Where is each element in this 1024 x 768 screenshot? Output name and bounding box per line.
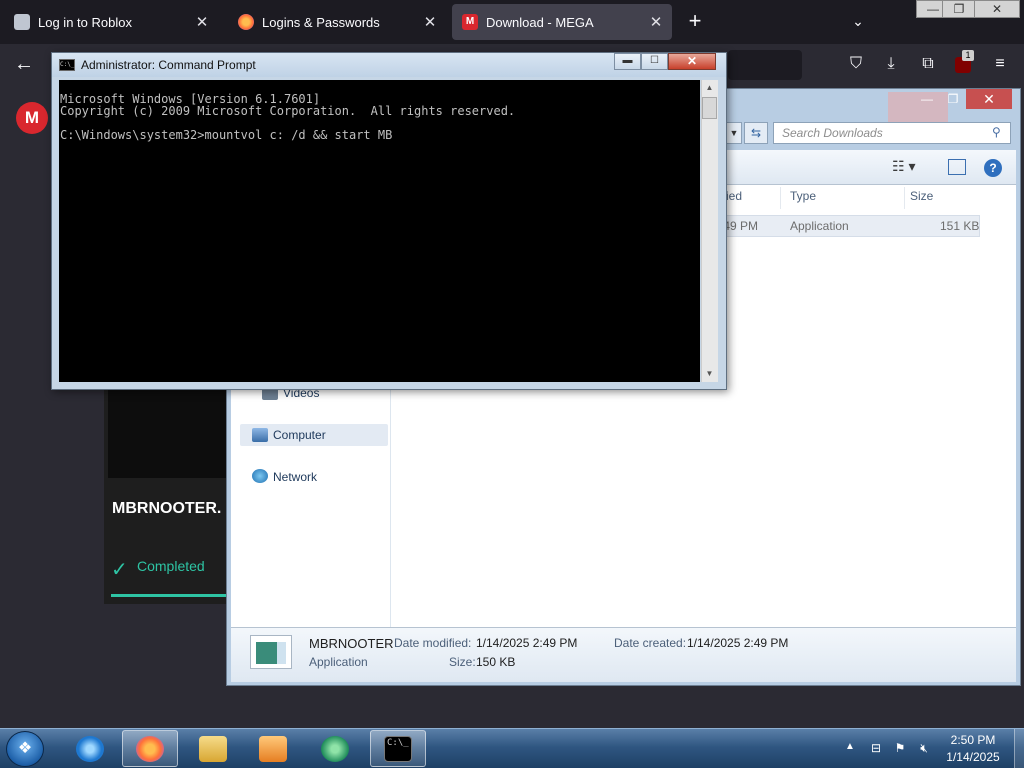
explorer-minimize-button[interactable]: — <box>914 90 940 108</box>
tab-roblox[interactable]: Log in to Roblox ✕ <box>4 4 218 40</box>
console-line: Copyright (c) 2009 Microsoft Corporation… <box>60 104 516 118</box>
scroll-down-icon[interactable]: ▼ <box>702 367 717 381</box>
browser-close-button[interactable]: ✕ <box>974 0 1020 18</box>
mega-favicon-icon: M <box>462 14 478 30</box>
menu-icon[interactable]: ≡ <box>989 53 1011 75</box>
clock-date[interactable]: 1/14/2025 <box>945 750 1001 764</box>
media-player-icon <box>259 736 287 762</box>
firefox-favicon-icon <box>238 14 254 30</box>
cmd-window-title: Administrator: Command Prompt <box>81 58 256 72</box>
details-created-value: 1/14/2025 2:49 PM <box>687 636 789 650</box>
scroll-up-icon[interactable]: ▲ <box>702 81 717 95</box>
cmd-output: Microsoft Windows [Version 6.1.7601] Copy… <box>60 81 698 153</box>
app-icon <box>321 736 349 762</box>
download-status: Completed <box>137 558 205 574</box>
internet-explorer-icon <box>76 736 104 762</box>
check-icon: ✓ <box>111 559 128 581</box>
console-prompt-line: C:\Windows\system32>mountvol c: /d && st… <box>60 128 393 142</box>
tab-label: Download - MEGA <box>486 14 594 30</box>
address-dropdown-icon[interactable]: ▼ <box>726 122 742 144</box>
folder-icon <box>199 736 227 762</box>
cmd-close-button[interactable]: ✕ <box>668 53 716 70</box>
windows-logo-icon: ❖ <box>17 740 33 757</box>
details-size-value: 150 KB <box>476 655 516 669</box>
preview-pane-icon[interactable] <box>948 159 966 175</box>
cmd-scrollbar[interactable] <box>701 80 718 382</box>
close-tab-icon[interactable]: ✕ <box>420 13 440 31</box>
cmd-window-icon[interactable]: C:\_ <box>59 59 75 71</box>
download-progress-bar <box>111 594 226 597</box>
list-all-tabs-icon[interactable]: ⌄ <box>848 10 868 32</box>
command-prompt-icon: C:\_ <box>384 736 412 762</box>
explorer-maximize-button[interactable]: ❐ <box>940 90 966 108</box>
change-view-icon[interactable]: ☷ ▾ <box>892 158 932 176</box>
column-divider[interactable] <box>904 187 905 209</box>
pocket-icon[interactable]: ⛉ <box>845 53 867 75</box>
nav-item-network[interactable]: Network <box>273 470 317 484</box>
column-header-size[interactable]: Size <box>910 189 933 203</box>
tab-label: Logins & Passwords <box>262 14 380 30</box>
downloads-icon[interactable]: ⤓ <box>880 53 902 75</box>
file-type-cell: Application <box>790 219 849 233</box>
search-icon[interactable]: ⚲ <box>992 125 1008 141</box>
computer-icon <box>252 428 268 442</box>
details-created-label: Date created: <box>614 636 687 650</box>
help-icon[interactable]: ? <box>984 159 1002 177</box>
scrollbar-thumb[interactable] <box>702 97 717 119</box>
clock-time[interactable]: 2:50 PM <box>945 733 1001 747</box>
details-file-kind: Application <box>309 655 368 669</box>
show-hidden-icons-button[interactable]: ▲ <box>845 741 855 752</box>
network-icon <box>252 469 268 483</box>
volume-muted-icon[interactable]: 🔇︎ <box>916 740 932 756</box>
cmd-minimize-button[interactable]: ▬ <box>614 53 641 70</box>
search-input[interactable]: Search Downloads <box>773 122 1011 144</box>
roblox-favicon-icon <box>14 14 30 30</box>
column-divider[interactable] <box>780 187 781 209</box>
details-modified-value: 1/14/2025 2:49 PM <box>476 636 578 650</box>
tab-label: Log in to Roblox <box>38 14 132 30</box>
tab-download-mega[interactable]: M Download - MEGA ✕ <box>452 4 672 40</box>
mega-logo-icon[interactable]: M <box>16 102 48 134</box>
close-tab-icon[interactable]: ✕ <box>192 13 212 31</box>
browser-restore-button[interactable]: ❐ <box>942 0 976 18</box>
tab-logins-passwords[interactable]: Logins & Passwords ✕ <box>228 4 446 40</box>
explorer-close-button[interactable]: ✕ <box>966 89 1012 109</box>
url-bar[interactable] <box>728 50 802 80</box>
nav-item-computer[interactable]: Computer <box>273 428 326 442</box>
column-header-type[interactable]: Type <box>790 189 816 203</box>
application-icon <box>256 642 286 664</box>
file-size-cell: 151 KB <box>940 219 980 233</box>
action-center-flag-icon[interactable]: ⚑ <box>892 740 908 756</box>
firefox-icon <box>136 736 164 762</box>
back-arrow-icon[interactable]: ← <box>12 52 36 76</box>
details-size-label: Size: <box>449 655 476 669</box>
show-desktop-button[interactable] <box>1014 729 1024 768</box>
details-file-name: MBRNOOTER <box>309 636 394 651</box>
new-tab-button[interactable]: + <box>684 10 706 32</box>
close-tab-icon[interactable]: ✕ <box>646 13 666 31</box>
extensions-icon[interactable]: ⧉ <box>917 53 939 75</box>
file-preview <box>108 388 228 478</box>
refresh-icon[interactable]: ⇆ <box>744 122 768 144</box>
details-modified-label: Date modified: <box>394 636 472 650</box>
cmd-maximize-button[interactable]: ☐ <box>641 53 668 70</box>
mega-file-name: MBRNOOTER. <box>112 500 222 517</box>
network-tray-icon[interactable]: ⊟ <box>868 740 884 756</box>
extension-badge: 1 <box>962 50 974 61</box>
